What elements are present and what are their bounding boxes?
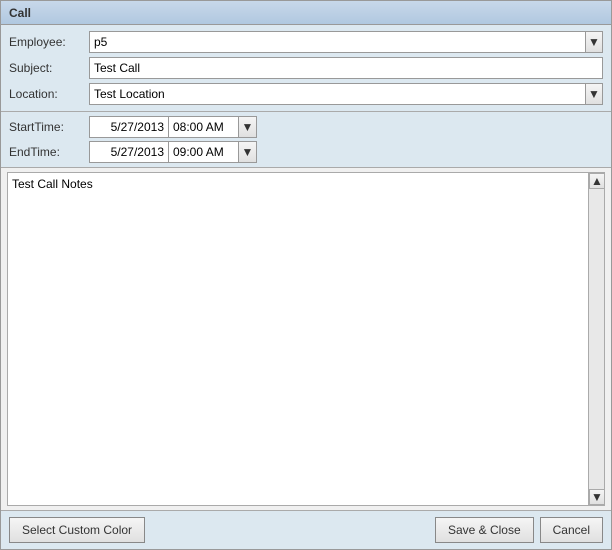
location-dropdown-btn[interactable]: ▼	[585, 83, 603, 105]
start-time-input[interactable]	[169, 116, 239, 138]
employee-dropdown-icon: ▼	[588, 35, 600, 49]
scroll-up-btn[interactable]: ▲	[589, 173, 605, 189]
location-input[interactable]	[89, 83, 585, 105]
end-time-dropdown-btn[interactable]: ▼	[239, 141, 257, 163]
footer-bar: Select Custom Color Save & Close Cancel	[1, 510, 611, 549]
employee-input[interactable]	[89, 31, 585, 53]
save-close-button[interactable]: Save & Close	[435, 517, 534, 543]
end-time-dropdown-icon: ▼	[242, 145, 254, 159]
subject-input[interactable]	[89, 57, 603, 79]
location-label: Location:	[9, 87, 89, 101]
start-time-dropdown-icon: ▼	[242, 120, 254, 134]
starttime-label: StartTime:	[9, 120, 89, 134]
notes-textarea[interactable]	[8, 173, 604, 505]
location-select-wrapper: ▼	[89, 83, 603, 105]
scroll-down-btn[interactable]: ▼	[589, 489, 605, 505]
form-area: Employee: ▼ Subject: Location: ▼	[1, 25, 611, 112]
window-title: Call	[9, 6, 31, 20]
title-bar: Call	[1, 1, 611, 25]
subject-row: Subject:	[9, 57, 603, 79]
select-custom-color-button[interactable]: Select Custom Color	[9, 517, 145, 543]
scroll-track[interactable]	[589, 189, 604, 489]
endtime-row: EndTime: ▼	[9, 141, 603, 163]
endtime-inputs: ▼	[89, 141, 257, 163]
end-time-input[interactable]	[169, 141, 239, 163]
start-time-dropdown-btn[interactable]: ▼	[239, 116, 257, 138]
notes-area: ▲ ▼	[7, 172, 605, 506]
starttime-inputs: ▼	[89, 116, 257, 138]
employee-label: Employee:	[9, 35, 89, 49]
scroll-up-icon: ▲	[591, 174, 603, 188]
subject-label: Subject:	[9, 61, 89, 75]
employee-row: Employee: ▼	[9, 31, 603, 53]
endtime-label: EndTime:	[9, 145, 89, 159]
scroll-down-icon: ▼	[591, 490, 603, 504]
end-date-input[interactable]	[89, 141, 169, 163]
cancel-button[interactable]: Cancel	[540, 517, 603, 543]
call-window: Call Employee: ▼ Subject: Location: ▼	[0, 0, 612, 550]
employee-dropdown-btn[interactable]: ▼	[585, 31, 603, 53]
location-dropdown-icon: ▼	[588, 87, 600, 101]
datetime-area: StartTime: ▼ EndTime: ▼	[1, 112, 611, 168]
starttime-row: StartTime: ▼	[9, 116, 603, 138]
employee-select-wrapper: ▼	[89, 31, 603, 53]
vertical-scrollbar: ▲ ▼	[588, 173, 604, 505]
start-date-input[interactable]	[89, 116, 169, 138]
location-row: Location: ▼	[9, 83, 603, 105]
